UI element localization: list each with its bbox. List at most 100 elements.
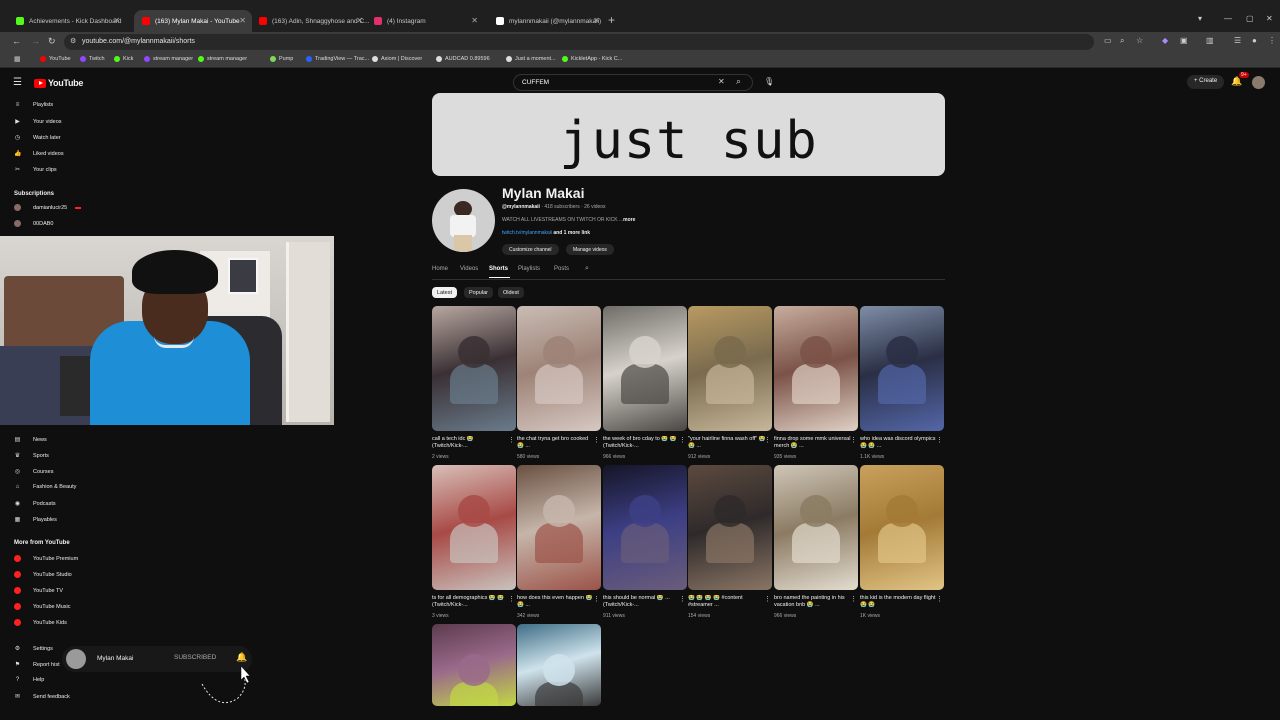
sidebar-item[interactable]: ✂ Your clips <box>14 166 57 174</box>
bookmark-item[interactable]: Twitch <box>80 56 105 62</box>
sidebar-item[interactable]: ◎ Courses <box>14 468 54 476</box>
youtube-logo[interactable]: YouTube <box>34 78 83 88</box>
profile-avatar-icon[interactable]: ● <box>1252 36 1257 45</box>
sidebar-item[interactable]: ◷ Watch later <box>14 134 61 142</box>
short-title[interactable]: ts for all demographics 😭 😭 (Twitch/Kick… <box>432 595 510 609</box>
sidebar-item[interactable]: YouTube TV <box>14 587 63 594</box>
subscription-item[interactable]: damianlucir25 <box>14 204 82 211</box>
profile-icon[interactable]: ☰ <box>1234 36 1241 45</box>
search-input[interactable]: CUFFEM <box>513 74 753 91</box>
back-icon[interactable]: ← <box>12 36 21 46</box>
short-thumbnail[interactable] <box>688 306 772 431</box>
filter-chip-popular[interactable]: Popular <box>464 287 493 298</box>
new-tab-button[interactable]: + <box>608 13 615 27</box>
tab-close-icon[interactable]: ✕ <box>356 16 363 25</box>
bookmark-item[interactable]: stream manager <box>144 56 193 62</box>
channel-link[interactable]: twitch.tv/mylannmakaii <box>502 230 552 236</box>
account-avatar[interactable] <box>1252 76 1265 89</box>
browser-tab[interactable]: mylannmakaii (@mylannmakaii) ✕ <box>488 10 606 32</box>
short-thumbnail[interactable] <box>860 465 944 590</box>
tab-close-icon[interactable]: ✕ <box>471 16 478 25</box>
filter-chip-latest[interactable]: Latest <box>432 287 457 298</box>
bookmark-item[interactable]: TradingView — Trac... <box>306 56 369 62</box>
short-thumbnail[interactable] <box>774 465 858 590</box>
customize-channel-button[interactable]: Customize channel <box>502 244 559 255</box>
browser-tab[interactable]: (163) Adin, Shnaggyhose and C... ✕ <box>251 10 369 32</box>
browser-tab[interactable]: (163) Mylan Makai - YouTube ✕ <box>134 10 252 32</box>
short-thumbnail[interactable] <box>517 306 601 431</box>
more-links[interactable]: and 1 more link <box>553 230 590 236</box>
browser-tab[interactable]: (4) Instagram ✕ <box>366 10 484 32</box>
bookmark-item[interactable]: Just a moment... <box>506 56 556 62</box>
manage-videos-button[interactable]: Manage videos <box>566 244 614 255</box>
sidebar-item[interactable]: YouTube Premium <box>14 555 78 562</box>
channel-avatar[interactable] <box>432 189 495 252</box>
short-title[interactable]: bro named the painting in his vacation b… <box>774 595 852 609</box>
bookmark-item[interactable]: Pump <box>270 56 293 62</box>
sidebar-item[interactable]: ▦ Playables <box>14 516 57 524</box>
extension-icon[interactable]: ◆ <box>1162 36 1168 45</box>
tab-posts[interactable]: Posts <box>554 266 569 272</box>
minimize-icon[interactable]: — <box>1224 14 1232 23</box>
bookmark-item[interactable]: Kick <box>114 56 133 62</box>
sidebar-item[interactable]: ⚑ Report hist <box>14 661 60 669</box>
more-options-icon[interactable]: ⋮ <box>508 595 515 603</box>
short-title[interactable]: the week of bro cday to 😭 😭 (Twitch/Kick… <box>603 436 681 450</box>
short-title[interactable]: finna drop some mmk universal merch 😭 ..… <box>774 436 852 450</box>
short-title[interactable]: the chat tryna get bro cooked 😭 ... <box>517 436 595 450</box>
more-options-icon[interactable]: ⋮ <box>764 436 771 444</box>
create-button[interactable]: + Create <box>1187 75 1225 89</box>
sidebar-item[interactable]: ? Help <box>14 677 44 683</box>
bookmark-item[interactable]: YouTube <box>40 56 71 62</box>
short-thumbnail[interactable] <box>603 306 687 431</box>
sidebar-item[interactable]: YouTube Studio <box>14 571 72 578</box>
short-title[interactable]: 😭 😭 😭 😭 #content #streamer ... <box>688 595 766 609</box>
microphone-icon[interactable]: 🎙 <box>764 77 774 86</box>
more-options-icon[interactable]: ⋮ <box>764 595 771 603</box>
tab-shorts[interactable]: Shorts <box>489 266 508 272</box>
more-options-icon[interactable]: ⋮ <box>593 595 600 603</box>
short-thumbnail[interactable] <box>774 306 858 431</box>
tab-close-icon[interactable]: ✕ <box>593 16 600 25</box>
short-thumbnail[interactable] <box>517 624 601 706</box>
more-options-icon[interactable]: ⋮ <box>593 436 600 444</box>
sidebar-item[interactable]: ◉ Podcasts <box>14 500 56 508</box>
cast-icon[interactable]: ▭ <box>1104 36 1112 45</box>
more-options-icon[interactable]: ⋮ <box>936 436 943 444</box>
tab-close-icon[interactable]: ✕ <box>239 16 246 25</box>
subscription-item[interactable]: 00DAB0 <box>14 220 54 227</box>
sidebar-item[interactable]: YouTube Kids <box>14 619 67 626</box>
tab-home[interactable]: Home <box>432 266 448 272</box>
channel-search-icon[interactable]: ⌕ <box>585 265 589 273</box>
short-title[interactable]: call a tech idc 😭 (Twitch/Kick-... <box>432 436 510 450</box>
bookmark-item[interactable]: Axiom | Discover <box>372 56 422 62</box>
more-options-icon[interactable]: ⋮ <box>850 436 857 444</box>
sidebar-item[interactable]: ♛ Sports <box>14 452 49 460</box>
tab-search-icon[interactable]: ▾ <box>1198 14 1202 23</box>
browser-tab[interactable]: Achievements - Kick Dashboard ✕ <box>8 10 126 32</box>
short-thumbnail[interactable] <box>432 306 516 431</box>
tab-videos[interactable]: Videos <box>460 266 478 272</box>
more-options-icon[interactable]: ⋮ <box>850 595 857 603</box>
search-icon[interactable]: ⌕ <box>736 76 741 87</box>
short-thumbnail[interactable] <box>603 465 687 590</box>
sidebar-item[interactable]: ⚙ Settings <box>14 645 53 653</box>
notification-bell-icon[interactable]: 🔔 <box>236 652 247 663</box>
hamburger-menu-icon[interactable]: ☰ <box>13 77 22 88</box>
short-title[interactable]: how does this even happen 😭 😭 ... <box>517 595 595 609</box>
subscribed-button[interactable]: SUBSCRIBED <box>174 654 216 661</box>
window-close-icon[interactable]: ✕ <box>1266 14 1273 23</box>
reload-icon[interactable]: ↻ <box>48 36 56 47</box>
more-options-icon[interactable]: ⋮ <box>679 436 686 444</box>
description-more[interactable]: more <box>623 217 635 223</box>
bookmark-item[interactable]: AUDCAD 0.89596 <box>436 56 490 62</box>
apps-grid-icon[interactable]: ▦ <box>14 55 21 63</box>
short-title[interactable]: who idea was discord olympics😭 😭 ... <box>860 436 938 450</box>
menu-dots-icon[interactable]: ⋮ <box>1268 36 1276 45</box>
tab-playlists[interactable]: Playlists <box>518 266 540 272</box>
bookmark-item[interactable]: KickletApp - Kick C... <box>562 56 622 62</box>
short-title[interactable]: this should be normal 😭 ...(Twitch/Kick-… <box>603 595 681 609</box>
short-title[interactable]: "your hairline finna wash off" 😭 😭 ... <box>688 436 766 450</box>
sidebar-item[interactable]: ✉ Send feedback <box>14 693 70 701</box>
extensions-puzzle-icon[interactable]: ▣ <box>1180 36 1188 45</box>
